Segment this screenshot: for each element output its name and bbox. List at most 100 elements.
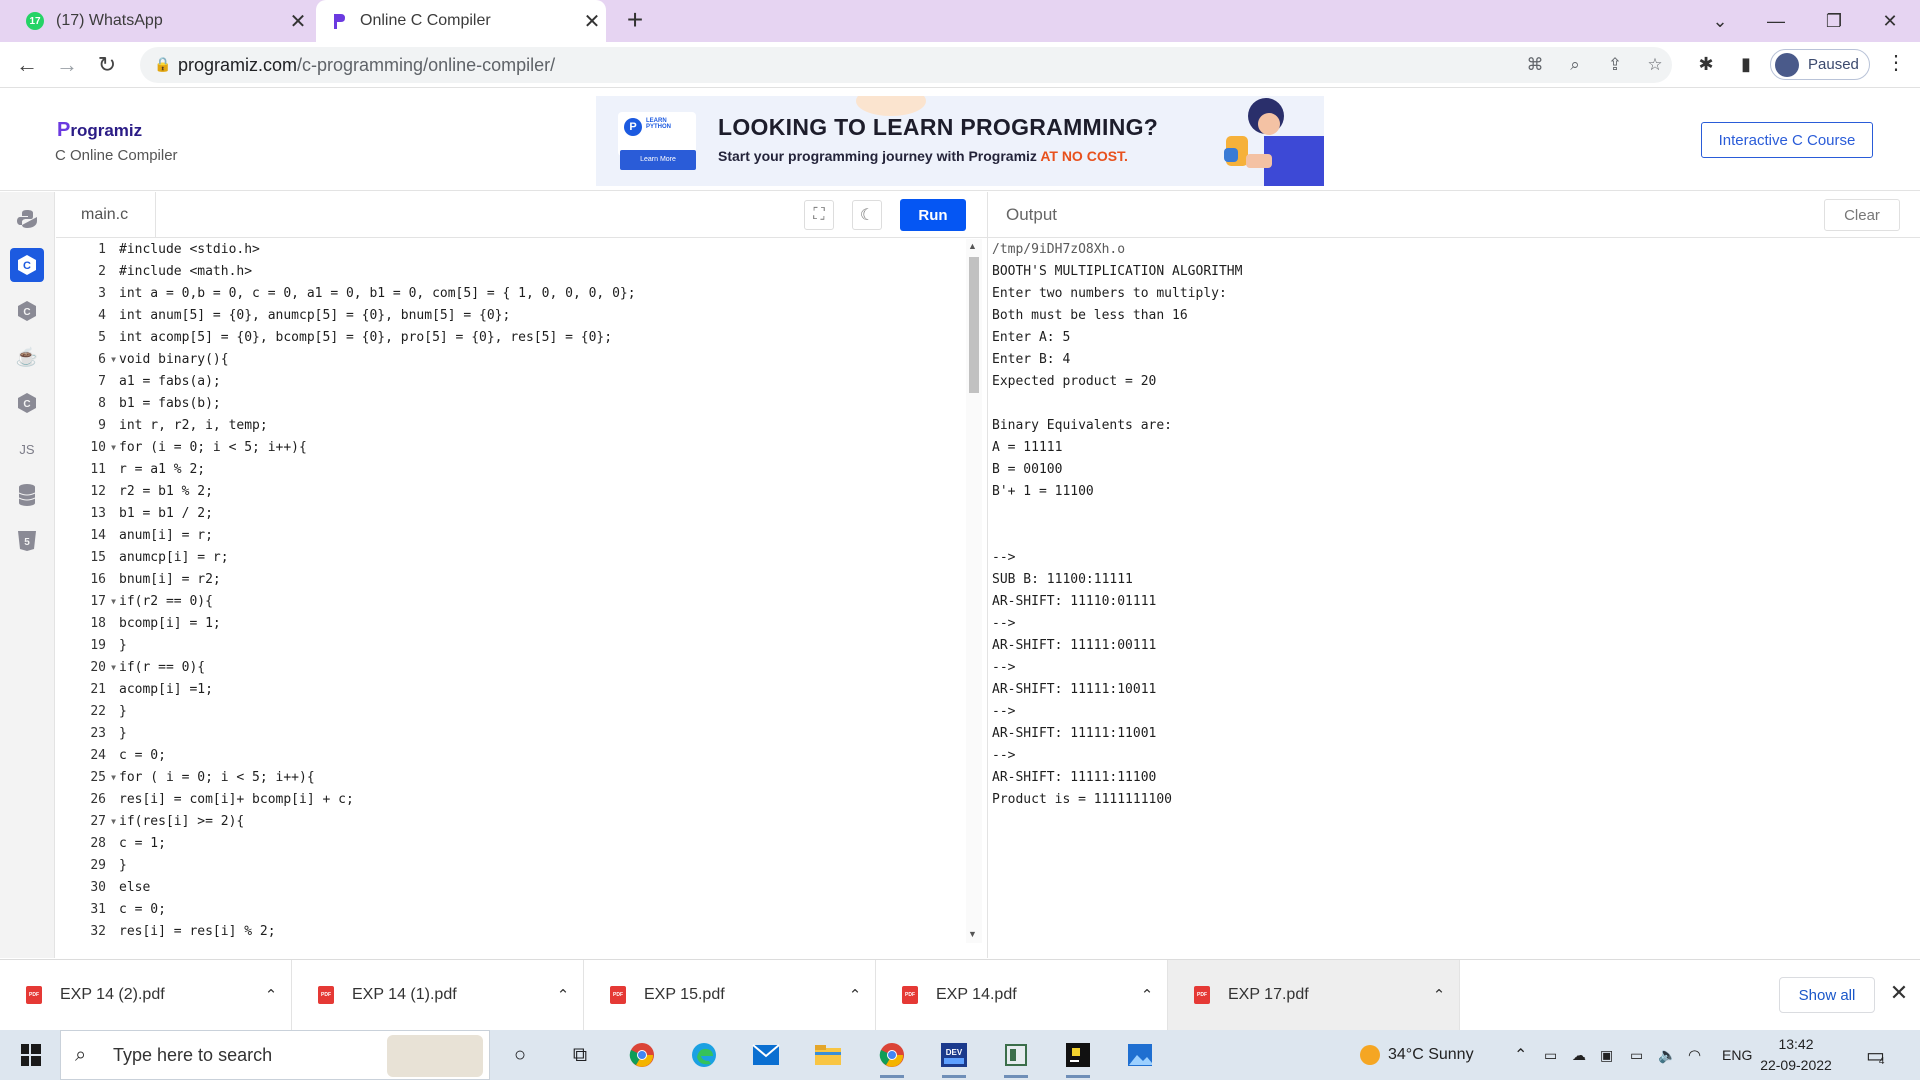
photos-icon[interactable] <box>1122 1038 1158 1072</box>
task-view-icon[interactable]: ⧉ <box>562 1038 598 1072</box>
download-item[interactable]: PDF EXP 14 (2).pdf ⌃ <box>0 960 292 1030</box>
interactive-c-course-button[interactable]: Interactive C Course <box>1701 122 1873 158</box>
scroll-down-arrow-icon[interactable]: ▼ <box>968 929 977 939</box>
code-line[interactable]: int a = 0,b = 0, c = 0, a1 = 0, b1 = 0, … <box>119 283 636 305</box>
download-item[interactable]: PDF EXP 17.pdf ⌃ <box>1168 960 1460 1030</box>
csharp-icon[interactable]: C <box>10 386 44 420</box>
code-line[interactable]: res[i] = com[i]+ bcomp[i] + c; <box>119 789 636 811</box>
taskbar-clock[interactable]: 13:42 22-09-2022 <box>1756 1034 1836 1076</box>
close-tab-icon[interactable]: ✕ <box>284 9 312 34</box>
mail-icon[interactable] <box>748 1038 784 1072</box>
code-lines[interactable]: #include <stdio.h> #include <math.h> int a… <box>119 239 636 943</box>
code-line[interactable]: #include <stdio.h> <box>119 239 636 261</box>
scroll-up-arrow-icon[interactable]: ▲ <box>968 241 977 251</box>
code-line[interactable]: c = 0; <box>119 899 636 921</box>
code-line[interactable]: if(r2 == 0){ <box>119 591 636 613</box>
cortana-circle-icon[interactable]: ○ <box>502 1038 538 1072</box>
windows-start-icon[interactable] <box>12 1042 48 1068</box>
code-editor[interactable]: 1 2 3 4 5 6 ▼ 7 8 9 10 ▼ 11 12 13 14 15 16 17 ▼ 18 19 20 ▼ 21 22 2… <box>56 239 988 958</box>
c-icon[interactable]: C <box>10 248 44 282</box>
code-line[interactable]: int anum[5] = {0}, anumcp[5] = {0}, bnum… <box>119 305 636 327</box>
java-icon[interactable]: ☕ <box>10 340 44 374</box>
wifi-icon[interactable]: ◠ <box>1688 1030 1701 1080</box>
sql-icon[interactable] <box>10 478 44 512</box>
omnibox[interactable]: 🔒 programiz.com/c-programming/online-com… <box>140 47 1672 83</box>
code-line[interactable]: bnum[i] = r2; <box>119 569 636 591</box>
code-line[interactable]: acomp[i] =1; <box>119 679 636 701</box>
reload-icon[interactable]: ↻ <box>92 50 122 80</box>
volume-icon[interactable]: 🔈 <box>1658 1030 1677 1080</box>
download-item[interactable]: PDF EXP 14 (1).pdf ⌃ <box>292 960 584 1030</box>
programiz-logo[interactable]: Programiz <box>57 119 142 142</box>
code-line[interactable]: int r, r2, i, temp; <box>119 415 636 437</box>
zoom-icon[interactable]: ⌕ <box>1562 52 1588 78</box>
code-line[interactable]: } <box>119 635 636 657</box>
code-line[interactable]: if(r == 0){ <box>119 657 636 679</box>
browser-menu-icon[interactable]: ⋮ <box>1884 50 1908 78</box>
tab-whatsapp[interactable]: 17 (17) WhatsApp ✕ <box>12 0 312 42</box>
notification-center-icon[interactable]: ▭ 4 <box>1866 1030 1885 1080</box>
dark-mode-moon-icon[interactable]: ☾ <box>852 200 882 230</box>
code-line[interactable]: bcomp[i] = 1; <box>119 613 636 635</box>
clear-button[interactable]: Clear <box>1824 199 1900 231</box>
translate-icon[interactable]: ⌘ <box>1522 52 1548 78</box>
code-line[interactable]: void binary(){ <box>119 349 636 371</box>
lock-icon[interactable]: 🔒 <box>154 56 171 73</box>
language-indicator[interactable]: ENG <box>1722 1030 1752 1080</box>
fold-arrow-icon[interactable]: ▼ <box>111 437 116 459</box>
code-line[interactable]: } <box>119 701 636 723</box>
bookmark-star-icon[interactable]: ☆ <box>1642 52 1668 78</box>
close-tab-icon[interactable]: ✕ <box>578 9 606 34</box>
profile-button[interactable]: Paused <box>1770 49 1870 80</box>
code-line[interactable]: a1 = fabs(a); <box>119 371 636 393</box>
back-arrow-icon[interactable]: ← <box>12 50 42 80</box>
share-icon[interactable]: ⇪ <box>1602 52 1628 78</box>
fold-arrow-icon[interactable]: ▼ <box>111 767 116 789</box>
scrollbar-thumb[interactable] <box>969 257 979 393</box>
learn-more-button[interactable]: Learn More <box>620 150 696 170</box>
code-line[interactable]: c = 1; <box>119 833 636 855</box>
close-window-button[interactable]: ✕ <box>1862 0 1918 42</box>
weather-widget[interactable]: 34°C Sunny <box>1360 1030 1474 1080</box>
chevron-up-icon[interactable]: ⌃ <box>835 986 875 1004</box>
python-icon[interactable] <box>10 202 44 236</box>
code-line[interactable]: anum[i] = r; <box>119 525 636 547</box>
code-line[interactable]: if(res[i] >= 2){ <box>119 811 636 833</box>
fold-arrow-icon[interactable]: ▼ <box>111 657 116 679</box>
file-explorer-icon[interactable] <box>810 1038 846 1072</box>
fullscreen-icon[interactable]: ⛶ <box>804 200 834 230</box>
edge-icon[interactable] <box>686 1038 722 1072</box>
forward-arrow-icon[interactable]: → <box>52 50 82 80</box>
restore-button[interactable]: ❐ <box>1806 0 1862 42</box>
code-line[interactable]: c = 0; <box>119 745 636 767</box>
chevron-up-icon[interactable]: ⌃ <box>543 986 583 1004</box>
download-item[interactable]: PDF EXP 15.pdf ⌃ <box>584 960 876 1030</box>
show-hidden-icons-chevron-icon[interactable]: ⌃ <box>1514 1030 1527 1080</box>
editor-scrollbar[interactable]: ▲ ▼ <box>966 239 982 943</box>
display-icon[interactable]: ▣ <box>1600 1030 1613 1080</box>
code-line[interactable]: b1 = fabs(b); <box>119 393 636 415</box>
code-line[interactable]: for (i = 0; i < 5; i++){ <box>119 437 636 459</box>
chrome-icon[interactable] <box>624 1038 660 1072</box>
url-text[interactable]: programiz.com/c-programming/online-compi… <box>178 55 555 76</box>
notepad-app-icon[interactable] <box>998 1038 1034 1078</box>
ad-banner[interactable]: P LEARN PYTHON Learn More LOOKING TO LEA… <box>596 96 1324 186</box>
battery-icon[interactable]: ▭ <box>1630 1030 1643 1080</box>
pane-divider[interactable] <box>987 192 988 958</box>
code-line[interactable]: for ( i = 0; i < 5; i++){ <box>119 767 636 789</box>
code-line[interactable]: r2 = b1 % 2; <box>119 481 636 503</box>
code-line[interactable]: b1 = b1 / 2; <box>119 503 636 525</box>
new-tab-button[interactable]: + <box>620 6 650 36</box>
code-line[interactable]: r = a1 % 2; <box>119 459 636 481</box>
html-icon[interactable]: 5 <box>10 524 44 558</box>
dev-cpp-icon[interactable]: DEV <box>936 1038 972 1078</box>
code-line[interactable]: res[i] = res[i] % 2; <box>119 921 636 943</box>
code-line[interactable]: } <box>119 723 636 745</box>
chrome-active-icon[interactable] <box>874 1038 910 1078</box>
fold-arrow-icon[interactable]: ▼ <box>111 591 116 613</box>
code-line[interactable]: } <box>119 855 636 877</box>
run-button[interactable]: Run <box>900 199 966 231</box>
download-item[interactable]: PDF EXP 14.pdf ⌃ <box>876 960 1168 1030</box>
taskbar-search-box[interactable]: ⌕ Type here to search <box>60 1030 490 1080</box>
fold-arrow-icon[interactable]: ▼ <box>111 811 116 833</box>
